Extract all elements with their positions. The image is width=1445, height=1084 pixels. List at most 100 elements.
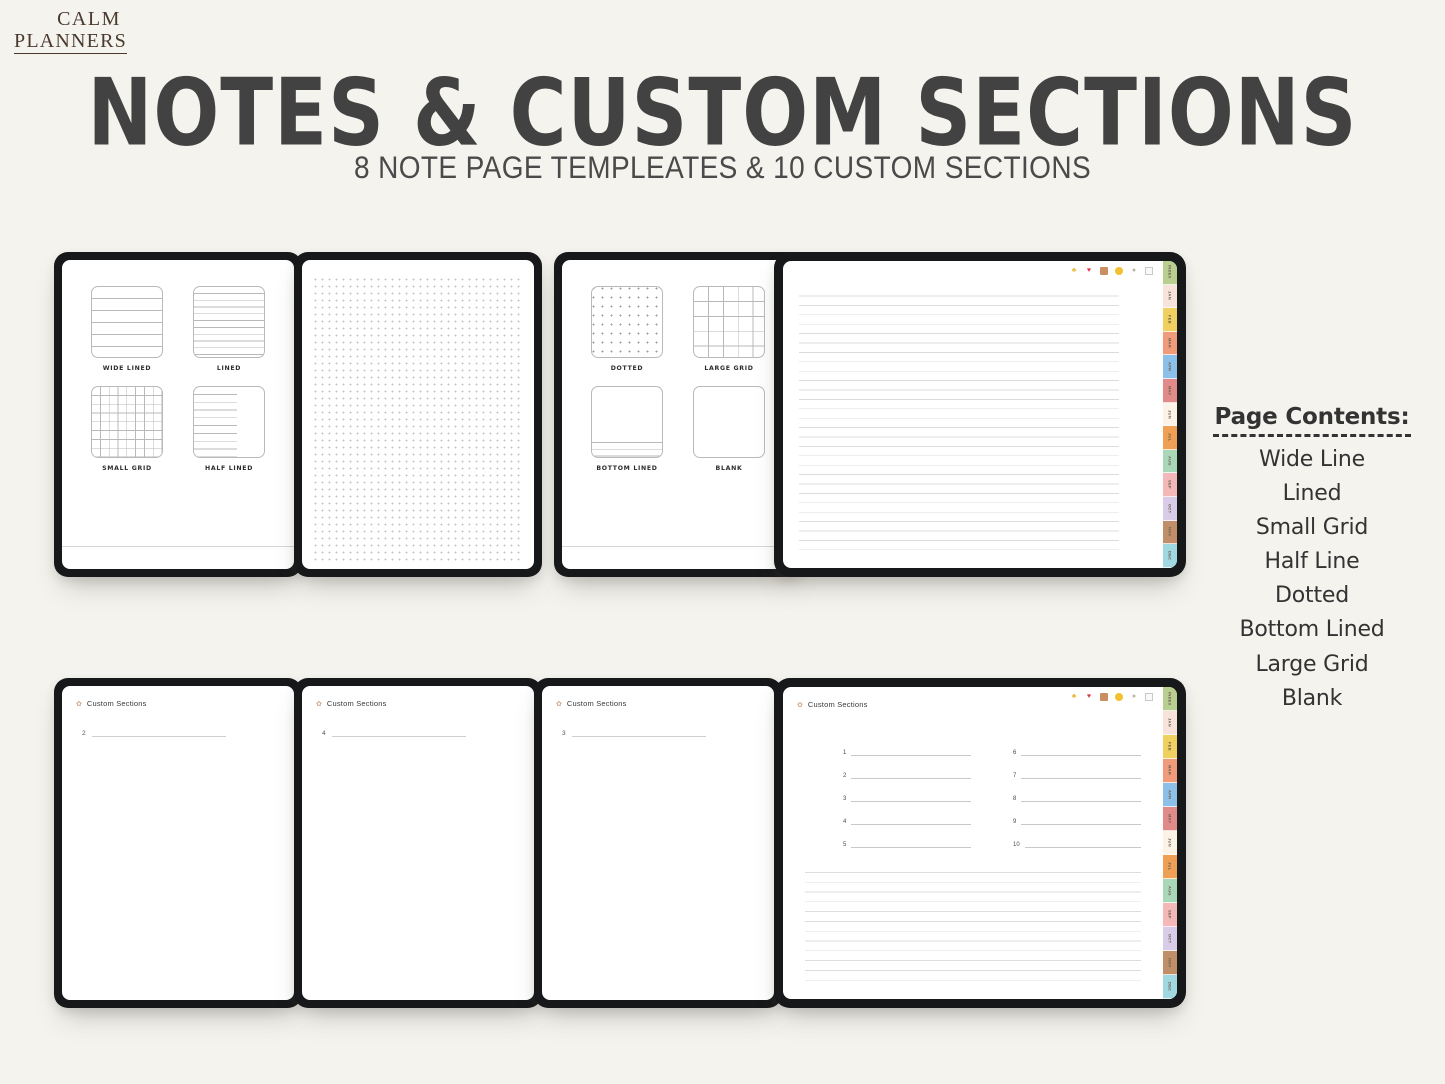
month-tab[interactable]: JUL <box>1163 426 1177 450</box>
thumbnail-lined <box>193 286 265 358</box>
plant-icon[interactable]: ♣ <box>1070 267 1078 275</box>
list-item-line[interactable] <box>851 833 971 848</box>
month-tab[interactable]: OCT <box>1163 497 1177 521</box>
section-write-line[interactable] <box>91 728 226 737</box>
page-contents-item: Large Grid <box>1255 651 1369 677</box>
list-item[interactable]: 9 <box>1013 802 1141 825</box>
month-tab[interactable]: MAY <box>1163 807 1177 831</box>
list-item-line[interactable] <box>1021 741 1141 756</box>
person-icon[interactable]: ● <box>1130 693 1138 701</box>
month-tab[interactable]: JUN <box>1163 402 1177 427</box>
list-item[interactable]: 4 <box>843 802 971 825</box>
list-item-line[interactable] <box>1021 764 1141 779</box>
month-tab[interactable]: SEP <box>1163 473 1177 498</box>
custom-sections-title: Custom Sections <box>566 699 627 708</box>
month-tab[interactable]: JAN <box>1163 711 1177 735</box>
list-item[interactable]: 1 <box>843 733 971 756</box>
gift-icon[interactable] <box>1100 693 1108 701</box>
month-tab[interactable]: FEB <box>1163 735 1177 759</box>
month-tab[interactable]: MAR <box>1163 331 1177 356</box>
brand-logo-line2: PLANNERS <box>14 30 127 54</box>
template-cell-dotted[interactable]: DOTTED <box>591 286 663 372</box>
month-tab[interactable]: INDEX <box>1163 261 1177 285</box>
thumbnail-dotted <box>591 286 663 358</box>
plant-icon[interactable]: ♣ <box>1070 693 1078 701</box>
list-item-line[interactable] <box>1024 833 1141 848</box>
template-cell-bottom-lined[interactable]: BOTTOM LINED <box>591 386 663 472</box>
gift-icon[interactable] <box>1100 267 1108 275</box>
thumbnail-wide-lined <box>91 286 163 358</box>
tablet-device-6: ✿ Custom Sections 4 <box>294 678 542 1008</box>
poster-canvas: CALM PLANNERS NOTES & CUSTOM SECTIONS 8 … <box>0 0 1445 1084</box>
tablet-2-screen <box>302 260 534 569</box>
heart-icon[interactable]: ♥ <box>1085 693 1093 701</box>
month-tab[interactable]: NOV <box>1163 951 1177 975</box>
heart-icon[interactable]: ♥ <box>1085 267 1093 275</box>
month-tab[interactable]: NOV <box>1163 520 1177 545</box>
list-item-line[interactable] <box>1021 787 1141 802</box>
template-cell-lined[interactable]: LINED <box>193 286 265 372</box>
template-cell-wide-lined[interactable]: WIDE LINED <box>91 286 163 372</box>
circle-icon[interactable] <box>1115 693 1123 701</box>
month-tab[interactable]: AUG <box>1163 449 1177 474</box>
lined-page-surface[interactable] <box>799 287 1119 554</box>
tablet-device-5: ✿ Custom Sections 2 <box>54 678 302 1008</box>
list-item[interactable]: 5 <box>843 825 971 848</box>
month-tab[interactable]: APR <box>1163 355 1177 380</box>
section-entry-row[interactable]: 2 <box>82 728 226 737</box>
list-item[interactable]: 7 <box>1013 756 1141 779</box>
circle-icon[interactable] <box>1115 267 1123 275</box>
notes-lined-area[interactable] <box>805 863 1141 985</box>
month-tab[interactable]: MAY <box>1163 379 1177 403</box>
list-item[interactable]: 3 <box>843 779 971 802</box>
month-tab[interactable]: SEP <box>1163 903 1177 927</box>
month-tab[interactable]: INDEX <box>1163 687 1177 711</box>
list-item-line[interactable] <box>851 764 971 779</box>
thumbnail-label: WIDE LINED <box>102 365 152 372</box>
thumbnail-label: SMALL GRID <box>102 465 152 472</box>
document-icon[interactable] <box>1145 693 1153 701</box>
month-tab[interactable]: JUL <box>1163 855 1177 879</box>
tablet-device-1: WIDE LINED LINED SMALL GRID HALF LINED <box>54 252 302 577</box>
month-tab[interactable]: AUG <box>1163 879 1177 903</box>
list-item-line[interactable] <box>1021 810 1141 825</box>
list-item[interactable]: 2 <box>843 756 971 779</box>
month-tab[interactable]: APR <box>1163 783 1177 807</box>
footer-divider <box>62 546 294 547</box>
page-contents-item: Lined <box>1282 481 1342 507</box>
custom-sections-title: Custom Sections <box>326 699 387 708</box>
list-item-line[interactable] <box>851 810 971 825</box>
month-tab[interactable]: JUN <box>1163 831 1177 855</box>
list-item[interactable]: 8 <box>1013 779 1141 802</box>
month-tab[interactable]: JAN <box>1163 284 1177 309</box>
thumbnail-label: LINED <box>216 365 242 372</box>
section-write-line[interactable] <box>331 728 466 737</box>
section-write-line[interactable] <box>571 728 706 737</box>
page-contents-item: Small Grid <box>1255 515 1369 541</box>
list-item[interactable]: 10 <box>1013 825 1141 848</box>
tablet-device-8: ✿ Custom Sections ♣ ♥ ● 1 6 2 7 3 8 4 9 … <box>774 678 1186 1008</box>
month-tab[interactable]: DEC <box>1163 544 1177 568</box>
template-cell-large-grid[interactable]: LARGE GRID <box>693 286 765 372</box>
section-entry-row[interactable]: 3 <box>562 728 706 737</box>
template-cell-small-grid[interactable]: SMALL GRID <box>91 386 163 472</box>
template-cell-half-lined[interactable]: HALF LINED <box>193 386 265 472</box>
list-item[interactable]: 6 <box>1013 733 1141 756</box>
tablet-7-screen: ✿ Custom Sections 3 <box>542 686 774 1000</box>
dotted-page-surface[interactable] <box>312 276 524 565</box>
month-tab[interactable]: OCT <box>1163 927 1177 951</box>
list-item-number: 5 <box>843 842 847 848</box>
month-tab[interactable]: DEC <box>1163 975 1177 999</box>
page-contents-item: Blank <box>1281 685 1343 711</box>
month-tab[interactable]: MAR <box>1163 759 1177 783</box>
document-icon[interactable] <box>1145 267 1153 275</box>
list-item-line[interactable] <box>851 787 971 802</box>
section-entry-row[interactable]: 4 <box>322 728 466 737</box>
custom-sections-title: Custom Sections <box>86 699 147 708</box>
month-tab[interactable]: FEB <box>1163 308 1177 332</box>
thumbnail-label: BOTTOM LINED <box>596 465 658 472</box>
list-item-line[interactable] <box>851 741 971 756</box>
template-cell-blank[interactable]: BLANK <box>693 386 765 472</box>
person-icon[interactable]: ● <box>1130 267 1138 275</box>
flower-icon: ✿ <box>556 700 562 708</box>
